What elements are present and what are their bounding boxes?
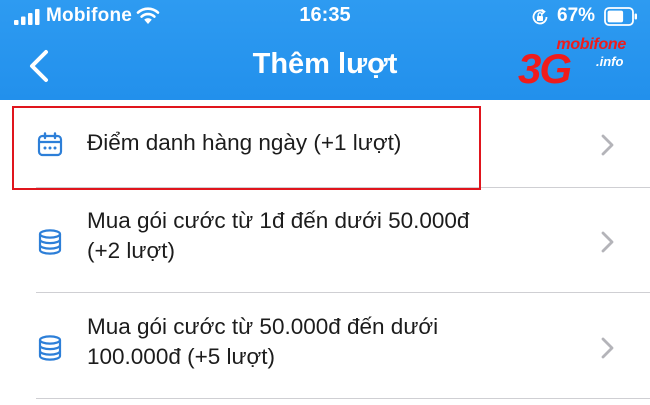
battery-icon <box>604 7 637 26</box>
watermark-logo: mobifone 3G .info <box>500 36 632 94</box>
list-item-label: Mua gói cước từ 1đ đến dưới 50.000đ (+2 … <box>87 206 587 266</box>
calendar-icon <box>37 132 63 157</box>
chevron-right-icon <box>601 134 614 156</box>
database-icon <box>38 335 62 361</box>
logo-main-text: 3G <box>518 45 572 92</box>
logo-suffix-text: .info <box>596 54 624 69</box>
orientation-lock-icon <box>532 8 548 25</box>
chevron-right-icon <box>601 337 614 359</box>
list-item-daily-checkin[interactable]: Điểm danh hàng ngày (+1 lượt) <box>0 100 650 188</box>
database-icon <box>38 229 62 255</box>
list-item-line-1: Mua gói cước từ 50.000đ đến dưới <box>87 314 439 339</box>
list-item-package-50k-100k[interactable]: Mua gói cước từ 50.000đ đến dưới 100.000… <box>0 293 650 399</box>
list-item-label: Điểm danh hàng ngày (+1 lượt) <box>87 130 402 155</box>
chevron-right-icon <box>601 231 614 253</box>
list-item-line-2: (+2 lượt) <box>87 238 175 263</box>
list-item-line-2: 100.000đ (+5 lượt) <box>87 344 276 369</box>
status-bar: Mobifone 16:35 67% <box>0 0 650 34</box>
status-time: 16:35 <box>299 4 351 26</box>
list-item-line-1: Mua gói cước từ 1đ đến dưới 50.000đ <box>87 208 470 233</box>
list-item-package-under-50k[interactable]: Mua gói cước từ 1đ đến dưới 50.000đ (+2 … <box>0 188 650 293</box>
list-item-label: Mua gói cước từ 50.000đ đến dưới 100.000… <box>87 312 587 372</box>
app-header: Mobifone 16:35 67% Thêm lượt mobifone 3G… <box>0 0 650 100</box>
battery-percent: 67% <box>557 5 596 26</box>
list-divider <box>36 398 650 399</box>
reward-options-list: Điểm danh hàng ngày (+1 lượt) Mua gói cư… <box>0 100 650 405</box>
